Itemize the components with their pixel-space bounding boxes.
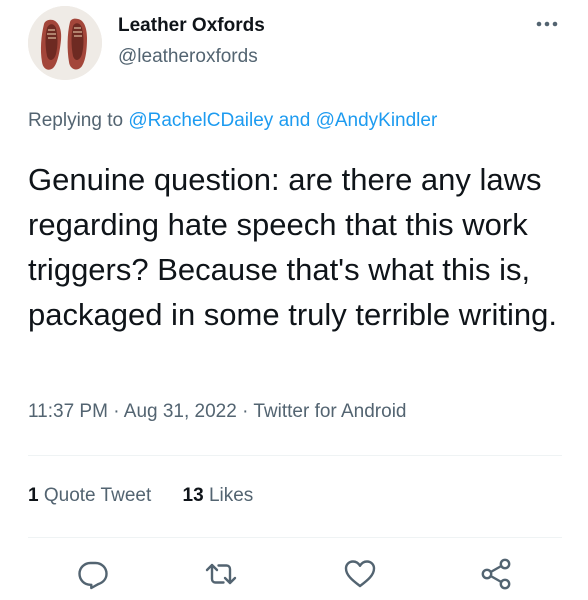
quote-tweets-stat[interactable]: 1 Quote Tweet: [28, 485, 151, 507]
likes-label: Likes: [208, 485, 254, 506]
shoes-avatar-icon: [28, 6, 102, 80]
meta-separator: ·: [113, 401, 120, 422]
retweet-button[interactable]: [203, 556, 239, 592]
share-button[interactable]: [478, 556, 514, 592]
mention-link-2[interactable]: @AndyKindler: [316, 110, 438, 131]
user-handle[interactable]: @leatheroxfords: [118, 46, 258, 68]
tweet-time[interactable]: 11:37 PM: [28, 401, 108, 422]
tweet-detail: Leather Oxfords @leatheroxfords Replying…: [0, 0, 588, 600]
tweet-header: Leather Oxfords @leatheroxfords: [0, 0, 588, 100]
tweet-meta: 11:37 PM · Aug 31, 2022 · Twitter for An…: [28, 401, 406, 423]
replying-and[interactable]: and: [279, 110, 311, 131]
more-icon: [536, 21, 558, 27]
meta-separator: ·: [242, 401, 249, 422]
like-icon: [344, 560, 376, 588]
tweet-text: Genuine question: are there any laws reg…: [28, 162, 557, 332]
more-options-button[interactable]: [532, 14, 562, 34]
replying-to: Replying to @RachelCDailey and @AndyKind…: [28, 110, 437, 132]
mention-link-1[interactable]: @RachelCDailey: [128, 110, 273, 131]
likes-stat[interactable]: 13 Likes: [183, 485, 254, 507]
replying-prefix: Replying to: [28, 110, 124, 131]
share-icon: [481, 558, 511, 590]
tweet-actions: [0, 556, 588, 596]
retweet-icon: [205, 563, 237, 585]
tweet-source[interactable]: Twitter for Android: [253, 401, 406, 422]
divider: [28, 537, 562, 538]
avatar[interactable]: [28, 6, 102, 80]
quote-count: 1: [28, 485, 39, 506]
quote-label: Quote Tweet: [43, 485, 152, 506]
reply-button[interactable]: [75, 556, 111, 592]
like-button[interactable]: [342, 556, 378, 592]
likes-count: 13: [182, 485, 204, 506]
tweet-stats: 1 Quote Tweet 13 Likes: [28, 485, 253, 507]
divider: [28, 455, 562, 456]
reply-icon: [78, 561, 108, 590]
tweet-date[interactable]: Aug 31, 2022: [124, 401, 237, 422]
display-name[interactable]: Leather Oxfords: [118, 15, 265, 37]
